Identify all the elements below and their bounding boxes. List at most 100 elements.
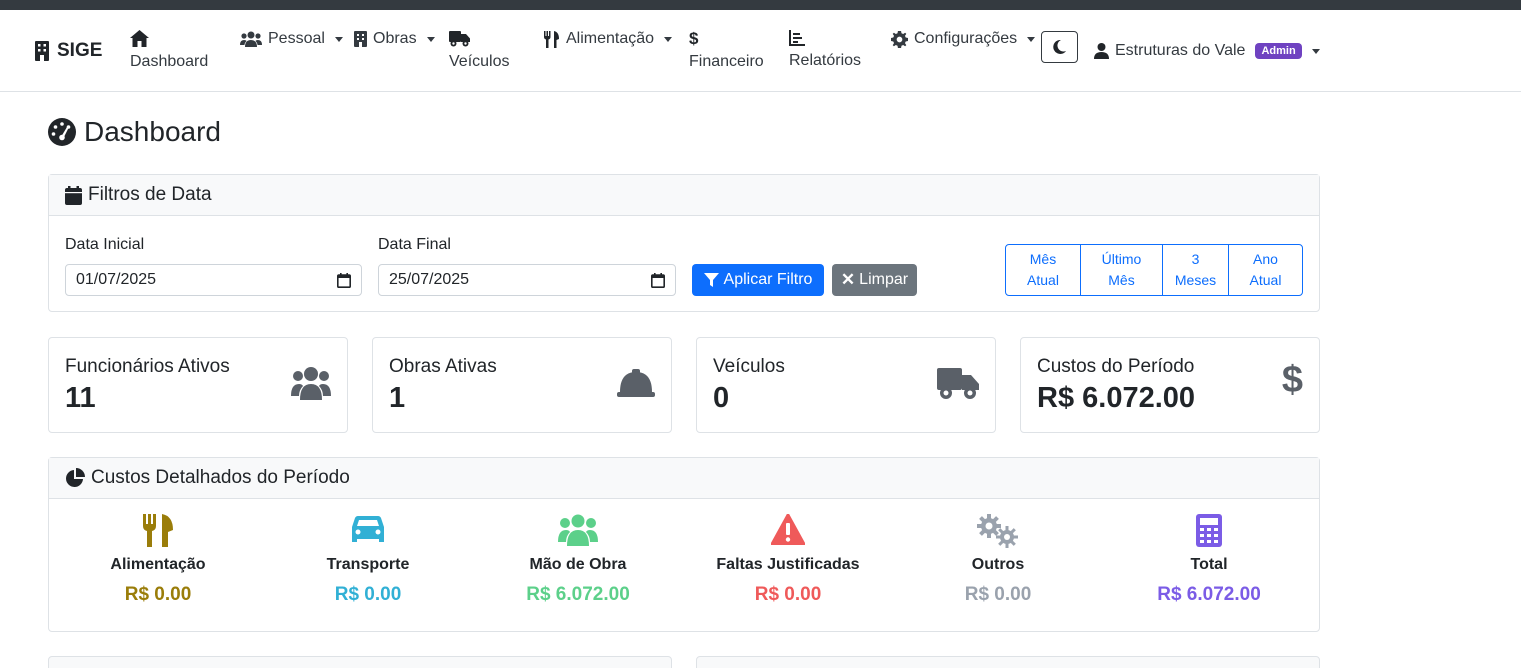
- nav-configuracoes-label: Configurações: [914, 30, 1018, 47]
- cost-label: Transporte: [326, 556, 410, 573]
- chevron-down-icon: [1027, 36, 1036, 42]
- calendar-icon[interactable]: [651, 272, 665, 288]
- cost-details-title: Custos Detalhados do Período: [91, 467, 350, 488]
- cost-value: R$ 6.072.00: [1157, 584, 1261, 605]
- role-badge: Admin: [1255, 43, 1302, 59]
- nav-pessoal[interactable]: Pessoal: [240, 30, 343, 48]
- nav-financeiro-label: Financeiro: [689, 53, 764, 70]
- apply-filter-label: Aplicar Filtro: [723, 271, 813, 288]
- chevron-down-icon: [426, 36, 435, 42]
- chevron-down-icon: [1311, 48, 1320, 54]
- nav-veiculos[interactable]: Veículos: [449, 30, 509, 71]
- nav-configuracoes[interactable]: Configurações: [891, 30, 1036, 48]
- cost-item-labor: Mão de Obra R$ 6.072.00: [473, 514, 683, 606]
- filters-card-header: Filtros de Data: [49, 175, 1319, 216]
- chevron-down-icon: [664, 36, 673, 42]
- cost-value: R$ 0.00: [754, 584, 822, 605]
- stat-card-vehicles: Veículos 0: [696, 337, 996, 433]
- cost-value: R$ 6.072.00: [526, 584, 630, 605]
- brand-link[interactable]: SIGE: [34, 40, 102, 62]
- preset-label-line2: Mês: [1108, 272, 1135, 288]
- cost-item-total: Total R$ 6.072.00: [1104, 514, 1314, 606]
- stat-card-employees: Funcionários Ativos 11: [48, 337, 348, 433]
- preset-label-line1: 3: [1191, 251, 1200, 267]
- building-icon: [354, 31, 367, 47]
- preset-label-line1: Mês: [1029, 251, 1057, 267]
- filters-title: Filtros de Data: [88, 184, 212, 205]
- car-icon: [352, 516, 384, 542]
- preset-3-months-button[interactable]: 3 Meses: [1163, 245, 1229, 295]
- user-menu[interactable]: Estruturas do Vale Admin: [1094, 42, 1320, 60]
- utensils-icon: [143, 514, 173, 547]
- stat-value: 0: [713, 382, 730, 414]
- cost-value: R$ 0.00: [964, 584, 1032, 605]
- filter-icon: [703, 272, 719, 287]
- moon-icon: [1053, 40, 1066, 54]
- nav-financeiro[interactable]: $ Financeiro: [689, 30, 764, 71]
- close-icon: ✕: [840, 270, 856, 289]
- calculator-icon: [1196, 514, 1222, 547]
- theme-toggle-button[interactable]: [1041, 31, 1078, 63]
- cost-value: R$ 0.00: [334, 584, 402, 605]
- truck-icon: [449, 31, 470, 47]
- stat-value: R$ 6.072.00: [1037, 382, 1196, 414]
- start-date-label: Data Inicial: [65, 236, 145, 253]
- preset-label-line2: Meses: [1174, 272, 1217, 288]
- preset-current-year-button[interactable]: Ano Atual: [1229, 245, 1302, 295]
- preset-label-line1: Último: [1101, 251, 1142, 267]
- cost-item-absences: Faltas Justificadas R$ 0.00: [683, 514, 893, 606]
- page-title: Dashboard: [48, 116, 221, 148]
- bottom-card-left: [48, 656, 672, 668]
- nav-obras-label: Obras: [373, 30, 417, 47]
- nav-pessoal-label: Pessoal: [268, 30, 325, 47]
- user-icon: [1094, 43, 1109, 59]
- truck-icon: [937, 368, 979, 399]
- nav-dashboard-label: Dashboard: [130, 53, 209, 70]
- apply-filter-button[interactable]: Aplicar Filtro: [692, 264, 824, 296]
- stat-card-costs: Custos do Período R$ 6.072.00 $: [1020, 337, 1320, 433]
- cost-label: Total: [1190, 556, 1228, 573]
- cost-item-other: Outros R$ 0.00: [893, 514, 1103, 606]
- utensils-icon: [544, 30, 559, 48]
- chart-bar-icon: [789, 30, 805, 46]
- nav-alimentacao-label: Alimentação: [566, 30, 655, 47]
- nav-veiculos-label: Veículos: [449, 53, 510, 70]
- preset-label-line2: Atual: [1249, 272, 1282, 288]
- warning-icon: [771, 514, 805, 545]
- preset-label-line2: Atual: [1027, 272, 1059, 288]
- nav-alimentacao[interactable]: Alimentação: [544, 30, 673, 48]
- stat-title: Funcionários Ativos: [65, 356, 230, 377]
- navbar: SIGE Dashboard Pessoal Obras Veículos Al…: [0, 10, 1521, 92]
- gears-icon: [977, 514, 1018, 548]
- clear-filter-button[interactable]: ✕ Limpar: [832, 264, 917, 296]
- home-icon: [130, 30, 149, 47]
- hard-hat-icon: [617, 369, 655, 397]
- end-date-label: Data Final: [378, 236, 451, 253]
- user-name: Estruturas do Vale: [1115, 42, 1246, 59]
- cost-item-food: Alimentação R$ 0.00: [53, 514, 263, 606]
- start-date-input[interactable]: 01/07/2025: [65, 264, 362, 296]
- end-date-input[interactable]: 25/07/2025: [378, 264, 676, 296]
- cost-label: Faltas Justificadas: [716, 556, 860, 573]
- calendar-icon[interactable]: [337, 272, 351, 288]
- start-date-value: 01/07/2025: [76, 271, 157, 288]
- users-icon: [558, 514, 598, 546]
- preset-current-month-button[interactable]: Mês Atual: [1006, 245, 1081, 295]
- nav-relatorios[interactable]: Relatórios: [789, 30, 861, 70]
- users-icon: [291, 367, 331, 400]
- nav-dashboard[interactable]: Dashboard: [130, 30, 208, 71]
- dollar-icon: $: [689, 29, 699, 48]
- preset-last-month-button[interactable]: Último Mês: [1081, 245, 1163, 295]
- cost-details-header: Custos Detalhados do Período: [49, 458, 1319, 499]
- stat-value: 11: [65, 382, 96, 414]
- page-title-text: Dashboard: [84, 116, 221, 147]
- cost-item-transport: Transporte R$ 0.00: [263, 514, 473, 606]
- nav-obras[interactable]: Obras: [354, 30, 435, 48]
- top-border: [0, 0, 1521, 10]
- bottom-card-right: [696, 656, 1320, 668]
- end-date-value: 25/07/2025: [389, 271, 470, 288]
- cost-label: Outros: [971, 556, 1025, 573]
- nav-relatorios-label: Relatórios: [789, 52, 862, 69]
- cost-value: R$ 0.00: [124, 584, 192, 605]
- dollar-icon: $: [1281, 359, 1303, 401]
